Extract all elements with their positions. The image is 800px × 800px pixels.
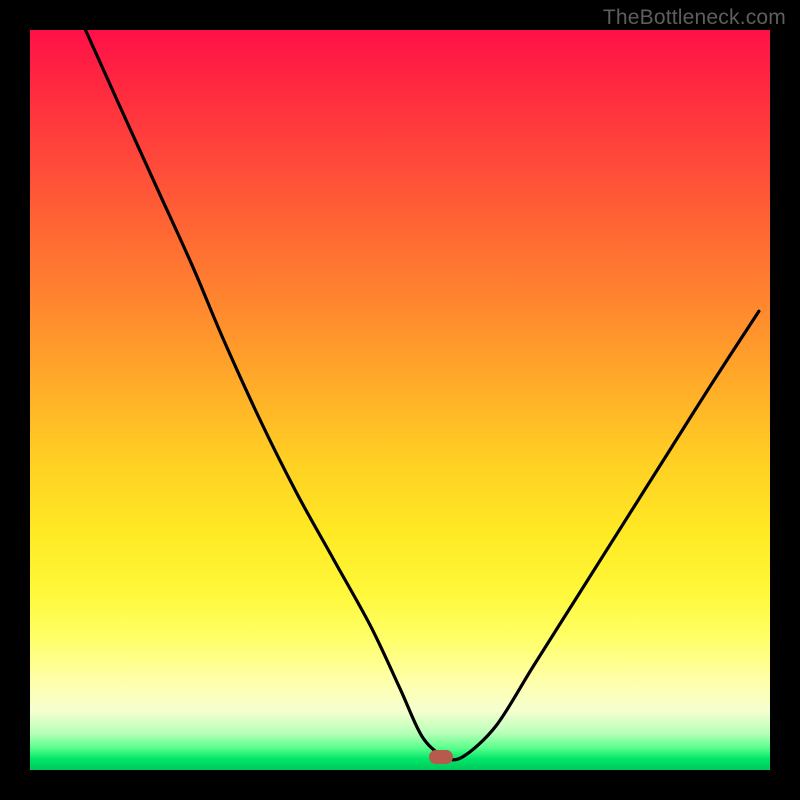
watermark-text: TheBottleneck.com <box>603 6 786 30</box>
curve-layer <box>30 30 770 770</box>
optimal-marker <box>429 750 453 764</box>
bottleneck-curve <box>86 30 759 760</box>
chart-stage: TheBottleneck.com <box>0 0 800 800</box>
